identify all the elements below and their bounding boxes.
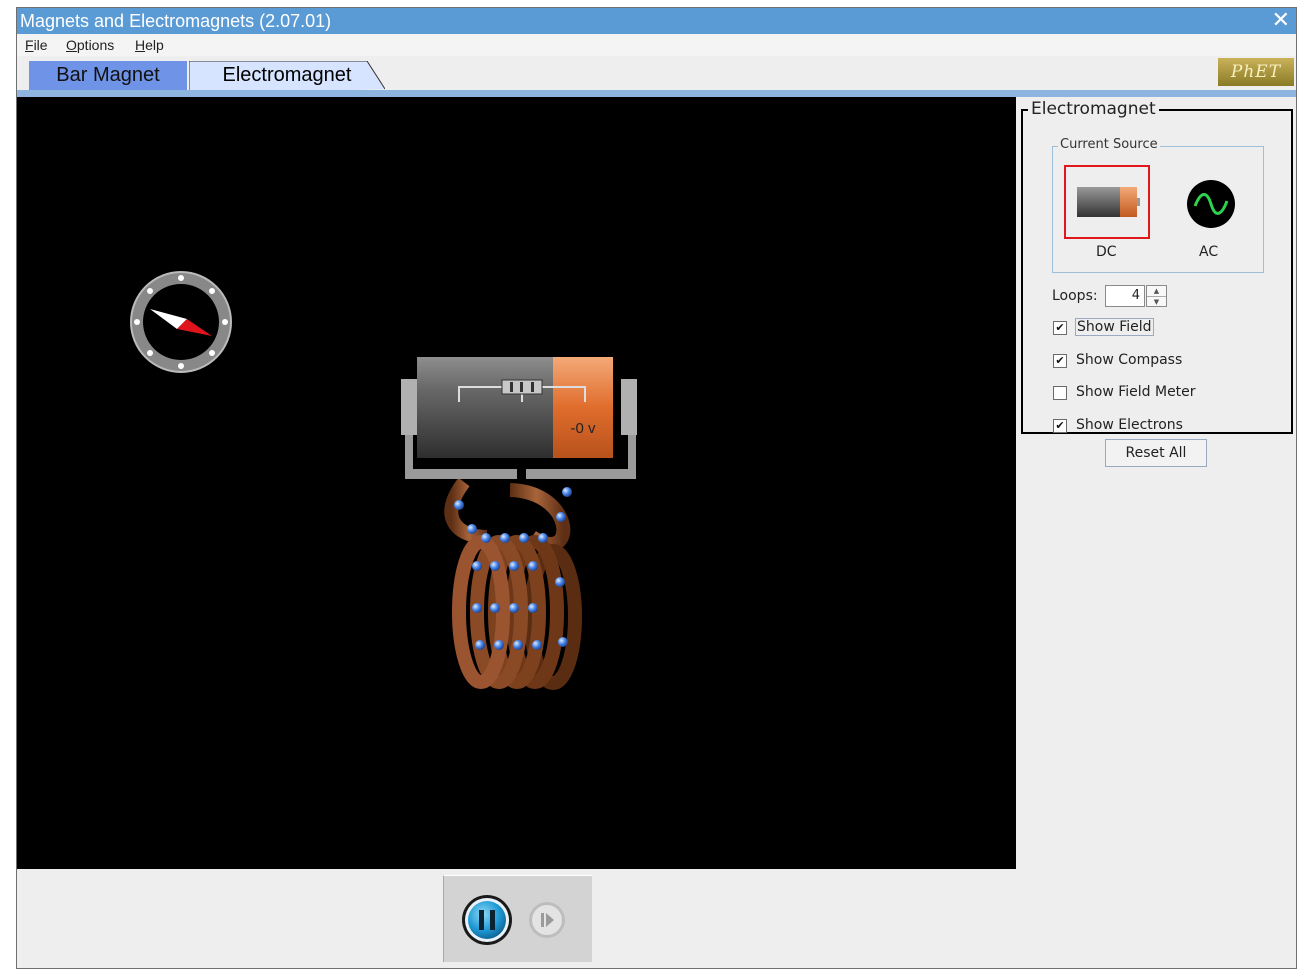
menu-options-label: ptions <box>76 37 115 53</box>
menu-help-mnemonic: H <box>135 37 146 53</box>
show-compass-label: Show Compass <box>1076 352 1183 368</box>
menu-help[interactable]: Help <box>135 37 164 53</box>
step-icon <box>529 902 565 938</box>
step-button[interactable] <box>528 901 566 943</box>
control-panel: Electromagnet Current Source DC AC Loops… <box>1019 97 1295 467</box>
show-field-label: Show Field <box>1075 318 1154 336</box>
current-source-group: Current Source DC AC <box>1052 137 1264 273</box>
menu-options[interactable]: Options <box>66 37 114 53</box>
pause-button[interactable] <box>461 894 513 950</box>
tab-electromagnet-label: Electromagnet <box>222 64 352 86</box>
current-source-title: Current Source <box>1058 137 1160 152</box>
phet-logo[interactable]: PhET <box>1218 58 1294 86</box>
electromagnet-group-title: Electromagnet <box>1028 99 1159 119</box>
loops-stepper[interactable]: ▲ ▼ <box>1146 285 1167 307</box>
close-icon[interactable]: ✕ <box>1272 9 1290 33</box>
menu-file-label: ile <box>33 37 48 53</box>
checkbox-unchecked-icon[interactable] <box>1053 386 1067 400</box>
loops-input[interactable]: 4 <box>1105 285 1145 307</box>
menu-file[interactable]: File <box>25 37 48 53</box>
checkbox-checked-icon[interactable]: ✔ <box>1053 419 1067 433</box>
tab-divider <box>17 90 1296 97</box>
dc-source-button[interactable] <box>1064 165 1150 239</box>
menu-help-label: elp <box>145 37 164 53</box>
compass-icon[interactable] <box>130 271 232 373</box>
stepper-up-icon[interactable]: ▲ <box>1147 286 1166 296</box>
tab-bar-magnet-label: Bar Magnet <box>56 64 160 86</box>
ac-label: AC <box>1199 244 1219 260</box>
tab-bar-magnet[interactable]: Bar Magnet <box>29 61 187 90</box>
menu-file-mnemonic: F <box>25 37 34 53</box>
menu-bar: File Options Help <box>17 34 1296 56</box>
checkbox-checked-icon[interactable]: ✔ <box>1053 354 1067 368</box>
loops-label: Loops: <box>1052 288 1098 304</box>
checkbox-checked-icon[interactable]: ✔ <box>1053 321 1067 335</box>
tab-electromagnet[interactable]: Electromagnet <box>189 61 385 95</box>
stepper-down-icon[interactable]: ▼ <box>1147 296 1166 307</box>
reset-all-button[interactable]: Reset All <box>1105 439 1207 467</box>
show-electrons-label: Show Electrons <box>1076 417 1183 433</box>
simulation-canvas[interactable]: -0 v <box>17 97 1016 869</box>
simulation-scene: -0 v <box>130 271 637 690</box>
dc-label: DC <box>1096 244 1117 260</box>
battery-icon <box>1077 187 1140 217</box>
show-field-meter-label: Show Field Meter <box>1076 384 1196 400</box>
voltmeter-reading: -0 v <box>570 420 596 437</box>
clock-control-panel <box>443 875 592 962</box>
app-window: Magnets and Electromagnets (2.07.01) ✕ F… <box>16 7 1297 969</box>
electromagnet-group: Electromagnet Current Source DC AC Loops… <box>1021 99 1293 434</box>
ac-source-button[interactable] <box>1185 179 1237 229</box>
ac-sine-icon <box>1187 180 1235 228</box>
pause-icon <box>462 895 512 945</box>
title-bar: Magnets and Electromagnets (2.07.01) ✕ <box>17 8 1296 34</box>
window-title: Magnets and Electromagnets (2.07.01) <box>20 11 332 31</box>
menu-options-mnemonic: O <box>66 37 77 53</box>
battery-icon[interactable] <box>401 357 637 479</box>
